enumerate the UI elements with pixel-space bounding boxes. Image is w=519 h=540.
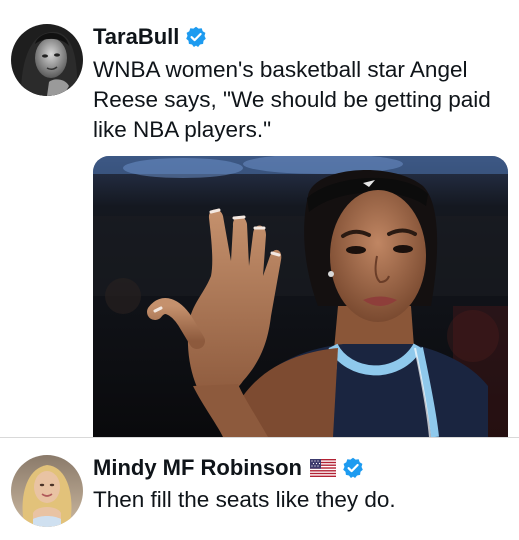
tweet-media-photo[interactable]: [93, 156, 508, 437]
verified-badge-icon: [185, 26, 207, 48]
avatar-mindy[interactable]: [11, 455, 83, 527]
post-header: TaraBull: [93, 23, 207, 51]
photo-basketball-player: [93, 156, 508, 437]
avatar-mindy-image: [11, 455, 83, 527]
post-header: Mindy MF Robinson: [93, 454, 364, 482]
author-display-name[interactable]: Mindy MF Robinson: [93, 454, 302, 482]
tweet-text: Then fill the seats like they do.: [93, 487, 396, 512]
verified-badge-icon: [342, 457, 364, 479]
post-reply-mindy[interactable]: Mindy MF Robinson Then fill the seats li…: [0, 437, 519, 540]
author-display-name[interactable]: TaraBull: [93, 23, 179, 51]
post-tarabull[interactable]: TaraBull WNBA women's basketball star An…: [0, 0, 519, 437]
tweet-text: WNBA women's basketball star Angel Reese…: [93, 57, 491, 142]
us-flag-icon: [309, 459, 336, 477]
avatar-tarabull-image: [11, 24, 83, 96]
avatar-tarabull[interactable]: [11, 24, 83, 96]
